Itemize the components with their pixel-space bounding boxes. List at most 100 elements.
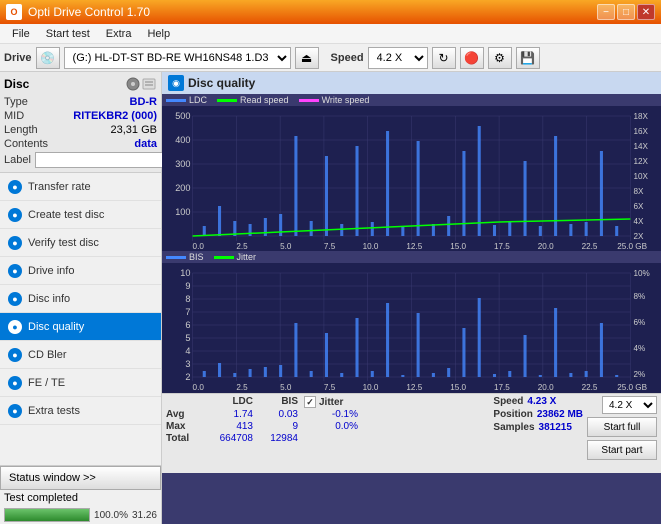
svg-text:2: 2 xyxy=(185,372,190,382)
svg-text:25.0 GB: 25.0 GB xyxy=(617,242,647,251)
sidebar-item-extra-tests[interactable]: ●Extra tests xyxy=(0,397,161,425)
legend-jitter: Jitter xyxy=(214,252,257,262)
svg-text:8%: 8% xyxy=(634,292,646,301)
stats-max-bis: 9 xyxy=(259,421,304,432)
menu-file[interactable]: File xyxy=(4,26,38,42)
svg-text:6X: 6X xyxy=(634,202,645,211)
drive-icon: 💿 xyxy=(36,47,60,69)
svg-text:3: 3 xyxy=(185,359,190,369)
create-test-disc-icon: ● xyxy=(8,208,22,222)
main-layout: Disc Type BD-R MID RITEKBR2 (000) Length xyxy=(0,72,661,524)
legend-ldc-color xyxy=(166,99,186,102)
disc-type-key: Type xyxy=(4,96,28,108)
svg-text:14X: 14X xyxy=(634,142,649,151)
disc-length-key: Length xyxy=(4,124,38,136)
svg-text:15.0: 15.0 xyxy=(450,242,466,251)
position-label: Position xyxy=(493,409,532,420)
settings-button[interactable]: ⚙ xyxy=(488,47,512,69)
refresh-button[interactable]: ↻ xyxy=(432,47,456,69)
jitter-checkbox-area[interactable]: ✓ Jitter xyxy=(304,396,343,408)
legend-ldc-label: LDC xyxy=(189,95,207,105)
sidebar-item-create-test-disc[interactable]: ● Create test disc xyxy=(0,201,161,229)
sidebar-item-cd-bler[interactable]: ●CD Bler xyxy=(0,341,161,369)
save-button[interactable]: 💾 xyxy=(516,47,540,69)
transfer-rate-icon: ● xyxy=(8,180,22,194)
stats-table: LDC BIS ✓ Jitter Avg 1.74 0.03 -0.1% xyxy=(166,396,489,444)
svg-text:10: 10 xyxy=(180,268,190,278)
close-button[interactable]: ✕ xyxy=(637,4,655,20)
speed-row: Speed 4.23 X xyxy=(493,396,583,407)
svg-text:5.0: 5.0 xyxy=(280,242,292,251)
stats-max-jitter: 0.0% xyxy=(304,421,364,432)
progress-percent: 100.0% xyxy=(94,510,128,521)
eject-button[interactable]: ⏏ xyxy=(295,47,319,69)
sidebar-item-fe-te[interactable]: ●FE / TE xyxy=(0,369,161,397)
stats-avg-label: Avg xyxy=(166,409,204,420)
svg-text:4X: 4X xyxy=(634,217,645,226)
progress-row: Test completed xyxy=(0,490,161,506)
bottom-legend-bar: BIS Jitter xyxy=(162,251,661,263)
legend-write-color xyxy=(299,99,319,102)
verify-test-disc-label: Verify test disc xyxy=(28,237,99,249)
disc-quality-label: Disc quality xyxy=(28,321,84,333)
transfer-rate-label: Transfer rate xyxy=(28,181,91,193)
disc-contents-key: Contents xyxy=(4,138,48,150)
bottom-chart-svg: 10 9 8 7 6 5 4 3 2 10% 8% 6% 4% 2% 0.0 2… xyxy=(162,263,661,393)
speed-select[interactable]: 4.2 X xyxy=(368,47,428,69)
drive-label: Drive xyxy=(4,52,32,64)
speed-val: 4.23 X xyxy=(527,396,556,407)
status-window-button[interactable]: Status window >> xyxy=(0,466,161,490)
drive-bar: Drive 💿 (G:) HL-DT-ST BD-RE WH16NS48 1.D… xyxy=(0,44,661,72)
sidebar-item-verify-test-disc[interactable]: ●Verify test disc xyxy=(0,229,161,257)
svg-text:22.5: 22.5 xyxy=(582,242,598,251)
drive-select[interactable]: (G:) HL-DT-ST BD-RE WH16NS48 1.D3 xyxy=(64,47,291,69)
svg-text:25.0 GB: 25.0 GB xyxy=(617,383,647,392)
stats-header-ldc: LDC xyxy=(204,396,259,408)
title-controls[interactable]: − □ ✕ xyxy=(597,4,655,20)
legend-bis-color xyxy=(166,256,186,259)
speed-dropdown[interactable]: 4.2 X xyxy=(602,396,657,414)
sidebar-item-disc-quality[interactable]: ●Disc quality xyxy=(0,313,161,341)
svg-text:10X: 10X xyxy=(634,172,649,181)
svg-text:0.0: 0.0 xyxy=(193,383,205,392)
stats-avg-jitter: -0.1% xyxy=(304,409,364,420)
svg-text:18X: 18X xyxy=(634,112,649,121)
minimize-button[interactable]: − xyxy=(597,4,615,20)
svg-text:7.5: 7.5 xyxy=(324,242,336,251)
cd-bler-icon: ● xyxy=(8,348,22,362)
status-area: Status window >> Test completed 100.0% 3… xyxy=(0,465,161,524)
svg-text:20.0: 20.0 xyxy=(538,383,554,392)
legend-read-color xyxy=(217,99,237,102)
start-full-button[interactable]: Start full xyxy=(587,417,657,437)
svg-text:7.5: 7.5 xyxy=(324,383,336,392)
stats-col-empty xyxy=(166,396,204,408)
disc-mid-row: MID RITEKBR2 (000) xyxy=(4,110,157,122)
top-chart-wrapper: 500 400 300 200 100 18X 16X 14X 12X 10X … xyxy=(162,106,661,251)
disc-info-label: Disc info xyxy=(28,293,70,305)
svg-text:17.5: 17.5 xyxy=(494,383,510,392)
svg-text:16X: 16X xyxy=(634,127,649,136)
create-test-disc-label: Create test disc xyxy=(28,209,104,221)
start-part-button[interactable]: Start part xyxy=(587,440,657,460)
disc-mid-key: MID xyxy=(4,110,24,122)
svg-text:10.0: 10.0 xyxy=(363,383,379,392)
menu-bar: File Start test Extra Help xyxy=(0,24,661,44)
menu-help[interactable]: Help xyxy=(139,26,178,42)
disc-length-row: Length 23,31 GB xyxy=(4,124,157,136)
svg-text:500: 500 xyxy=(175,111,190,121)
svg-text:400: 400 xyxy=(175,135,190,145)
burn-button[interactable]: 🔴 xyxy=(460,47,484,69)
speed-pos-section: Speed 4.23 X Position 23862 MB Samples 3… xyxy=(493,396,583,433)
progress-bar-row: 100.0% 31.26 xyxy=(0,506,161,524)
progress-bar-bg xyxy=(4,508,90,522)
jitter-checkbox[interactable]: ✓ xyxy=(304,396,316,408)
menu-start-test[interactable]: Start test xyxy=(38,26,98,42)
menu-extra[interactable]: Extra xyxy=(98,26,140,42)
disc-label-input[interactable] xyxy=(35,152,173,168)
legend-ldc: LDC xyxy=(166,95,207,105)
sidebar-item-transfer-rate[interactable]: ● Transfer rate xyxy=(0,173,161,201)
chart-area: ◉ Disc quality LDC Read speed Write spee… xyxy=(162,72,661,524)
maximize-button[interactable]: □ xyxy=(617,4,635,20)
sidebar-item-disc-info[interactable]: ●Disc info xyxy=(0,285,161,313)
sidebar-item-drive-info[interactable]: ●Drive info xyxy=(0,257,161,285)
